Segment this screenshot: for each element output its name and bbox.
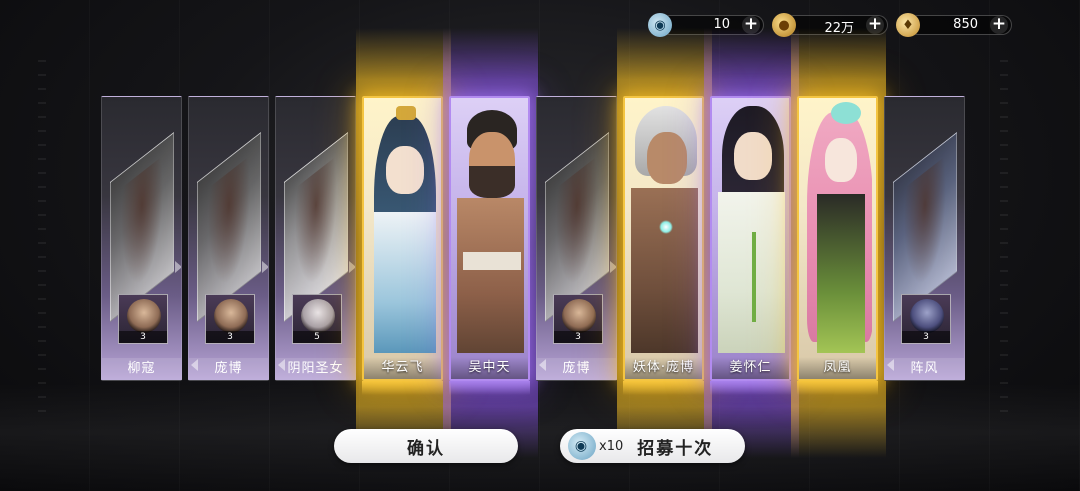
hero-art: [716, 102, 785, 353]
avatar: [214, 299, 248, 333]
hero-shard-portrait: 3: [901, 294, 951, 344]
hero-card-gold[interactable]: 华云飞: [362, 96, 443, 381]
hero-name: 吴中天: [451, 357, 528, 379]
shard-count: 3: [206, 331, 254, 343]
hero-card-common[interactable]: 3 庞博: [188, 96, 269, 381]
currency-fish-token: ◉ 10 +: [648, 13, 764, 37]
hero-name: 华云飞: [364, 357, 441, 379]
hero-name: 妖体·庞博: [625, 357, 702, 379]
hero-name: 庞博: [537, 358, 616, 380]
currency-amount: 22万: [824, 21, 854, 36]
hero-art: [455, 102, 524, 353]
confirm-button[interactable]: 确认: [334, 429, 518, 463]
add-coin-button[interactable]: +: [866, 16, 884, 34]
shard-count: 3: [554, 331, 602, 343]
hero-art: [629, 102, 698, 353]
arrow-right-icon: [175, 261, 181, 273]
recruit-label: 招募十次: [637, 438, 714, 459]
add-pin-token-button[interactable]: +: [990, 16, 1008, 34]
decor-strip-right: [1000, 60, 1008, 420]
shard-count: 3: [902, 331, 950, 343]
hero-card-gold[interactable]: 妖体·庞博: [623, 96, 704, 381]
hero-art: [368, 102, 437, 353]
fish-token-icon: ◉: [568, 432, 596, 460]
hero-name: 凤凰: [799, 357, 876, 379]
hero-name: 阴阳圣女: [276, 358, 355, 380]
hero-card-common[interactable]: 3 庞博: [536, 96, 617, 381]
hero-shard-portrait: 5: [292, 294, 342, 344]
currency-amount: 850: [953, 17, 978, 32]
hero-name: 柳寇: [102, 358, 181, 380]
hero-name: 庞博: [189, 358, 268, 380]
avatar: [301, 299, 335, 333]
confirm-label: 确认: [407, 438, 445, 459]
hero-art: [803, 102, 872, 353]
avatar: [562, 299, 596, 333]
hero-name: 阵风: [885, 358, 964, 380]
arrow-right-icon: [349, 261, 355, 273]
hero-card-purple[interactable]: 姜怀仁: [710, 96, 791, 381]
shard-count: 3: [119, 331, 167, 343]
avatar: [127, 299, 161, 333]
avatar: [910, 299, 944, 333]
hero-card-gold[interactable]: 凤凰: [797, 96, 878, 381]
fish-token-icon: ◉: [648, 13, 672, 37]
add-fish-token-button[interactable]: +: [742, 16, 760, 34]
recruit-cost: x10: [599, 438, 624, 454]
arrow-right-icon: [610, 261, 616, 273]
coin-icon: ●: [772, 13, 796, 37]
hero-shard-portrait: 3: [553, 294, 603, 344]
hero-name: 姜怀仁: [712, 357, 789, 379]
currency-bar: ◉ 10 + ● 22万 + ♦ 850 +: [640, 13, 1012, 37]
currency-coin: ● 22万 +: [772, 13, 888, 37]
decor-strip-left: [38, 60, 46, 420]
currency-amount: 10: [713, 17, 730, 32]
hero-shard-portrait: 3: [205, 294, 255, 344]
hero-card-common[interactable]: 3 阵风: [884, 96, 965, 381]
hero-card-common[interactable]: 3 柳寇: [101, 96, 182, 381]
pin-token-icon: ♦: [896, 13, 920, 37]
hero-card-purple[interactable]: 吴中天: [449, 96, 530, 381]
arrow-right-icon: [262, 261, 268, 273]
currency-pin-token: ♦ 850 +: [896, 13, 1012, 37]
shard-count: 5: [293, 331, 341, 343]
hero-card-common[interactable]: 5 阴阳圣女: [275, 96, 356, 381]
recruit-ten-button[interactable]: ◉ x10 招募十次: [560, 429, 745, 463]
hero-shard-portrait: 3: [118, 294, 168, 344]
